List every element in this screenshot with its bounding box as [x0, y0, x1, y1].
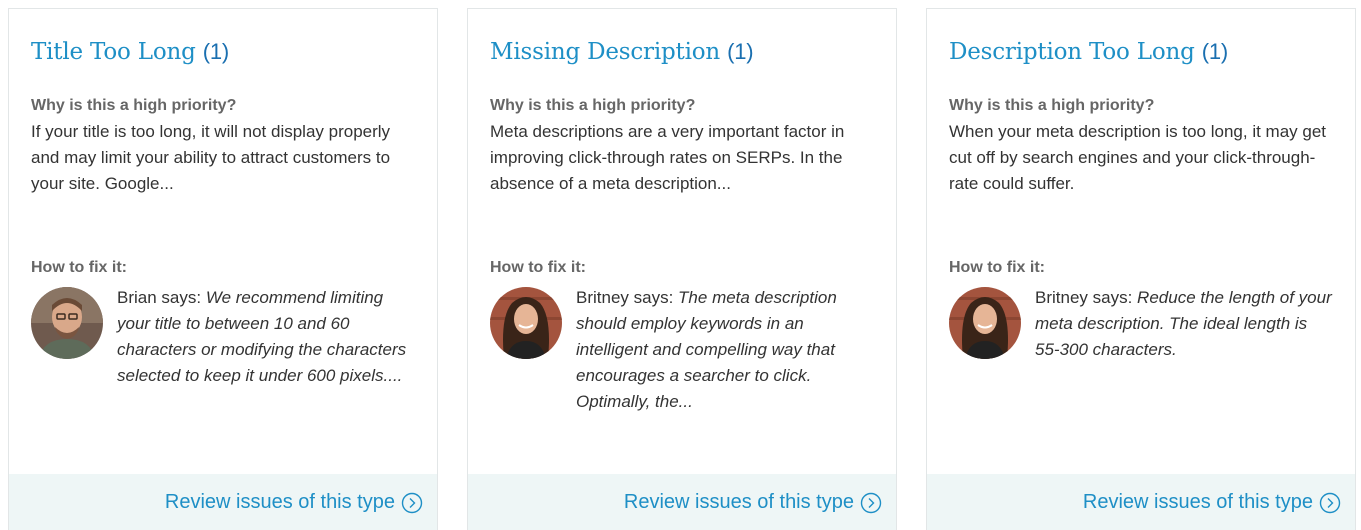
- why-text: When your meta description is too long, …: [949, 122, 1327, 193]
- issue-count: (1): [1201, 39, 1229, 64]
- card-title: Title Too Long (1): [31, 39, 230, 65]
- card-footer: Review issues of this type: [927, 474, 1355, 530]
- issue-card-title-too-long: Title Too Long (1) Why is this a high pr…: [8, 8, 438, 530]
- why-label: Why is this a high priority?: [490, 97, 696, 114]
- why-text: Meta descriptions are a very important f…: [490, 122, 845, 193]
- issue-count: (1): [202, 39, 230, 64]
- advice-text: Brian says: We recommend limiting your t…: [117, 285, 415, 389]
- advisor-name: Britney says:: [1035, 288, 1133, 307]
- advice-text: Britney says: Reduce the length of your …: [1035, 285, 1333, 363]
- chevron-right-circle-icon: [1319, 492, 1341, 513]
- advice-text: Britney says: The meta description shoul…: [576, 285, 874, 415]
- chevron-right-circle-icon: [401, 492, 423, 513]
- card-title: Missing Description (1): [490, 39, 754, 65]
- review-issues-link[interactable]: Review issues of this type: [624, 491, 882, 514]
- advisor-avatar: [490, 287, 562, 359]
- card-footer: Review issues of this type: [9, 474, 437, 530]
- review-issues-link[interactable]: Review issues of this type: [165, 491, 423, 514]
- fix-label: How to fix it:: [490, 259, 586, 276]
- chevron-right-circle-icon: [860, 492, 882, 513]
- why-label: Why is this a high priority?: [31, 97, 237, 114]
- issue-card-missing-description: Missing Description (1) Why is this a hi…: [467, 8, 897, 530]
- review-issues-label: Review issues of this type: [164, 491, 395, 513]
- card-title: Description Too Long (1): [949, 39, 1229, 65]
- review-issues-label: Review issues of this type: [1082, 491, 1313, 513]
- advisor-name: Brian says:: [117, 288, 202, 307]
- fix-label: How to fix it:: [31, 259, 127, 276]
- review-issues-label: Review issues of this type: [623, 491, 854, 513]
- advisor-avatar: [949, 287, 1021, 359]
- review-issues-link[interactable]: Review issues of this type: [1083, 491, 1341, 514]
- advisor-avatar: [31, 287, 103, 359]
- fix-label: How to fix it:: [949, 259, 1045, 276]
- why-text: If your title is too long, it will not d…: [31, 122, 391, 193]
- issue-card-description-too-long: Description Too Long (1) Why is this a h…: [926, 8, 1356, 530]
- advisor-name: Britney says:: [576, 288, 674, 307]
- issue-count: (1): [727, 39, 754, 64]
- why-label: Why is this a high priority?: [949, 97, 1155, 114]
- card-footer: Review issues of this type: [468, 474, 896, 530]
